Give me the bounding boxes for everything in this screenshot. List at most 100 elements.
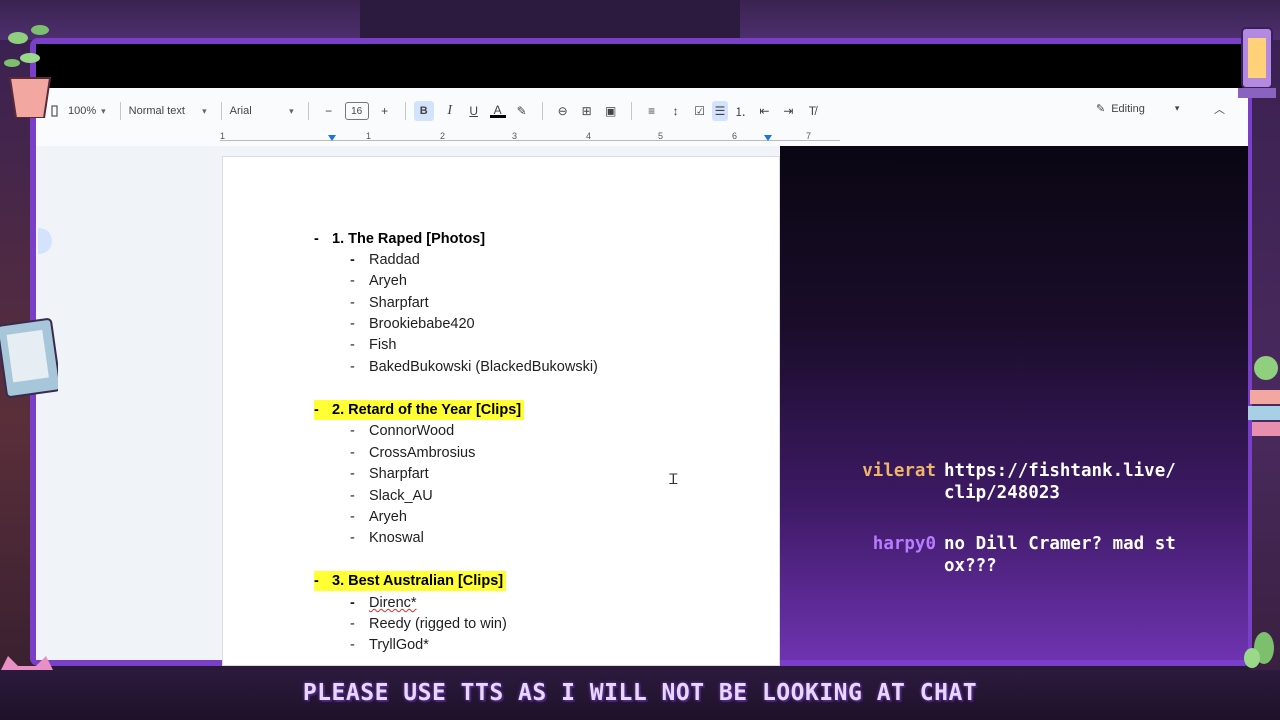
item-text: ConnorWood	[369, 423, 455, 439]
ruler-number: 4	[586, 131, 592, 141]
stream-chat-panel	[780, 146, 1248, 660]
list-item[interactable]: - ConnorWood	[350, 421, 454, 441]
increase-indent-icon[interactable]: ⇥	[780, 103, 796, 119]
chat-username: harpy0	[872, 534, 936, 554]
ruler-number: 1	[220, 131, 226, 141]
bold-icon[interactable]: B	[413, 101, 434, 121]
text-color-icon[interactable]: A	[489, 103, 506, 118]
list-heading[interactable]: - 1. The Raped [Photos]	[314, 229, 485, 249]
ruler-number: 5	[658, 131, 664, 141]
list-item[interactable]: - Fish	[350, 335, 396, 355]
decrease-indent-icon[interactable]: ⇤	[756, 103, 772, 119]
list-dash: -	[350, 616, 355, 632]
underline-icon[interactable]: U	[466, 103, 482, 119]
chevron-down-icon: ▾	[1174, 103, 1180, 113]
list-item[interactable]: - Aryeh	[350, 507, 407, 527]
line-spacing-icon[interactable]: ↕	[668, 103, 684, 119]
toolbar-divider	[404, 102, 406, 120]
item-text: CrossAmbrosius	[369, 445, 476, 461]
increase-font-size-icon[interactable]: +	[377, 103, 393, 119]
list-item[interactable]: - Sharpfart	[350, 293, 429, 313]
list-item[interactable]: - Knoswal	[350, 528, 424, 548]
insert-image-icon[interactable]: ▣	[603, 103, 619, 119]
chat-text: no Dill Cramer? mad stox???	[944, 534, 1176, 576]
list-dash: -	[350, 423, 355, 439]
clear-formatting-icon[interactable]: T̸	[804, 103, 820, 119]
pencil-icon: ✎	[1096, 103, 1106, 115]
overlay-beam	[360, 0, 740, 40]
font-size-input[interactable]: 16	[344, 102, 369, 120]
list-dash: -	[350, 445, 355, 461]
list-dash: -	[350, 530, 355, 546]
list-item[interactable]: - Reedy (rigged to win)	[350, 614, 507, 634]
list-dash: -	[350, 359, 355, 375]
item-text: TryllGod*	[369, 637, 429, 653]
list-item[interactable]: - CrossAmbrosius	[350, 443, 475, 463]
add-comment-icon[interactable]: ⊞	[579, 103, 595, 119]
list-dash: -	[314, 402, 319, 418]
item-text: Aryeh	[369, 509, 407, 525]
item-text: Fish	[369, 337, 397, 353]
list-item[interactable]: - Aryeh	[350, 271, 407, 291]
zoom-dropdown[interactable]: 100%	[68, 105, 106, 117]
list-item[interactable]: - Direnc*	[350, 593, 417, 613]
list-dash: -	[350, 509, 355, 525]
heading-text: 3. Best Australian [Clips]	[332, 573, 504, 589]
list-item[interactable]: - Slack_AU	[350, 486, 433, 506]
ruler-number: 2	[440, 131, 446, 141]
potted-plant-icon	[4, 25, 52, 118]
browser-top-band	[36, 44, 1246, 88]
chat-message: harpy0 no Dill Cramer? mad stox???	[780, 533, 1240, 581]
right-indent-marker[interactable]	[764, 135, 772, 141]
ruler-track	[220, 140, 840, 141]
leaf-icon	[1244, 632, 1274, 668]
list-dash: -	[350, 488, 355, 504]
style-dropdown[interactable]: Normal text	[129, 105, 207, 117]
item-text: BakedBukowski (BlackedBukowski)	[369, 359, 598, 375]
list-dash: -	[314, 573, 319, 589]
ruler-number: 3	[512, 131, 518, 141]
heading-text: 1. The Raped [Photos]	[332, 231, 486, 247]
font-dropdown[interactable]: Arial	[230, 105, 294, 117]
ruler-number: 6	[732, 131, 738, 141]
cat-ears-icon	[0, 656, 54, 672]
left-indent-marker[interactable]	[328, 135, 336, 141]
docs-toolbar: 100% Normal text Arial − 16 + B I U A ✎ …	[36, 88, 1248, 134]
toolbar-divider	[119, 102, 121, 120]
list-item[interactable]: - BakedBukowski (BlackedBukowski)	[350, 357, 598, 377]
list-item[interactable]: - Brookiebabe420	[350, 314, 475, 334]
item-text: Sharpfart	[369, 295, 429, 311]
list-item[interactable]: - Sharpfart	[350, 464, 429, 484]
item-text: Sharpfart	[369, 466, 429, 482]
decrease-font-size-icon[interactable]: −	[321, 103, 337, 119]
chat-text: https://fishtank.live/clip/248023	[944, 461, 1176, 503]
list-item[interactable]: - TryllGod*	[350, 635, 429, 655]
insert-link-icon[interactable]: ⊖	[555, 103, 571, 119]
editing-mode-label: Editing	[1111, 102, 1145, 115]
list-heading[interactable]: - 3. Best Australian [Clips]	[314, 571, 507, 591]
align-icon[interactable]: ≡	[644, 103, 660, 119]
highlight-color-icon[interactable]: ✎	[514, 103, 530, 119]
tts-banner-text: PLEASE USE TTS AS I WILL NOT BE LOOKING …	[302, 680, 978, 706]
books-icon	[1248, 356, 1280, 436]
checklist-icon[interactable]: ☑	[692, 103, 708, 119]
picture-frame-icon	[0, 318, 58, 398]
list-heading[interactable]: - 2. Retard of the Year [Clips]	[314, 400, 525, 420]
chat-username: vilerat	[862, 461, 936, 481]
tts-banner: PLEASE USE TTS AS I WILL NOT BE LOOKING …	[0, 680, 1280, 706]
list-item[interactable]: - Raddad	[350, 250, 420, 270]
hide-menus-icon[interactable]: ︿	[1214, 101, 1225, 117]
toolbar-divider	[220, 102, 222, 120]
list-dash: -	[350, 252, 355, 268]
chat-message: vilerat https://fishtank.live/clip/24802…	[780, 460, 1240, 530]
list-dash: -	[350, 595, 355, 611]
item-text: Knoswal	[369, 530, 424, 546]
item-text: Raddad	[369, 252, 420, 268]
toolbar-divider	[541, 102, 543, 120]
italic-icon[interactable]: I	[442, 103, 458, 119]
item-text: Reedy (rigged to win)	[369, 616, 507, 632]
editing-mode-dropdown[interactable]: ✎ Editing ▾	[1096, 102, 1180, 116]
bulleted-list-icon[interactable]: ☰	[711, 101, 729, 121]
numbered-list-icon[interactable]: ⒈	[732, 103, 748, 119]
list-dash: -	[350, 466, 355, 482]
